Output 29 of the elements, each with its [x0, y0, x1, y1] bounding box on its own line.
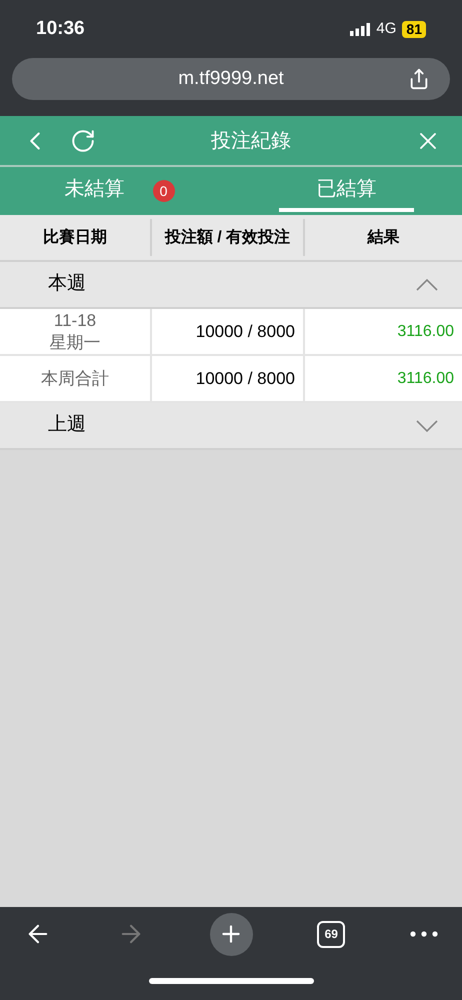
- result-cell-text: 3116.00: [397, 322, 454, 342]
- chevron-down-icon: [416, 420, 438, 432]
- week-label: 上週: [48, 413, 86, 438]
- column-header: 結果: [368, 228, 400, 248]
- url-bar[interactable]: m.tf9999.net: [12, 58, 450, 100]
- weekday-text: 星期一: [50, 332, 100, 353]
- page-title: 投注紀錄: [210, 128, 292, 154]
- tab-count-button[interactable]: 69: [317, 920, 346, 948]
- more-icon[interactable]: [410, 931, 438, 937]
- result-cell-text: 3116.00: [397, 368, 454, 388]
- column-header: 比賽日期: [43, 227, 107, 248]
- amount-cell-text: 10000 / 8000: [196, 368, 295, 390]
- battery-indicator: 81: [402, 20, 426, 38]
- amount-cell-text: 10000 / 8000: [196, 320, 295, 343]
- network-label: 4G: [376, 18, 396, 39]
- signal-icon: [350, 22, 370, 36]
- week-label: 本週: [48, 272, 86, 296]
- url-text: m.tf9999.net: [178, 66, 284, 91]
- count-badge: 0: [152, 180, 174, 202]
- chevron-up-icon: [416, 278, 438, 290]
- date-text: 11-18: [54, 310, 96, 332]
- week-group-header[interactable]: 上週: [0, 403, 462, 450]
- column-header: 投注額 / 有效投注: [164, 227, 290, 248]
- share-icon[interactable]: [408, 68, 430, 90]
- total-label: 本周合計: [41, 368, 109, 390]
- refresh-icon[interactable]: [70, 128, 96, 154]
- new-tab-button[interactable]: [210, 912, 252, 956]
- week-group-header[interactable]: 本週: [0, 262, 462, 309]
- status-time: 10:36: [36, 16, 85, 41]
